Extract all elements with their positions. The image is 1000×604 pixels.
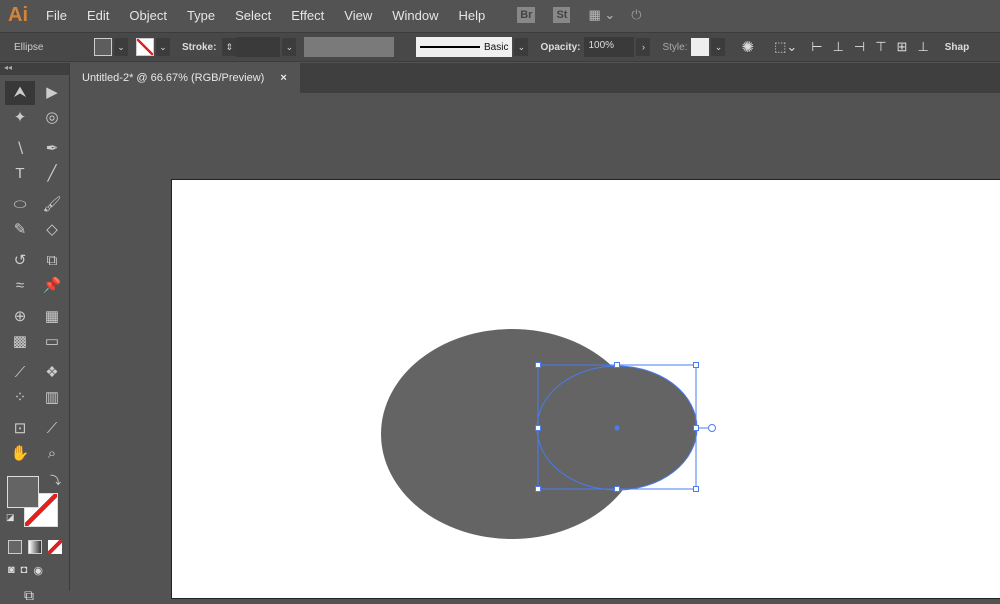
direct-selection-tool-icon[interactable]: ▶	[37, 81, 67, 105]
stroke-weight-input[interactable]	[236, 37, 281, 57]
paintbrush-tool-icon[interactable]: 🖌	[37, 193, 67, 217]
chevron-right-icon[interactable]: ›	[636, 38, 651, 56]
rotate-tool-icon[interactable]: ↺	[5, 249, 35, 273]
pie-widget-handle[interactable]	[708, 424, 716, 432]
stroke-label: Stroke:	[182, 41, 217, 53]
menu-bar: Ai File Edit Object Type Select Effect V…	[0, 0, 1000, 30]
document-tab[interactable]: Untitled-2* @ 66.67% (RGB/Preview) ×	[74, 63, 300, 93]
column-graph-tool-icon[interactable]: ▥	[37, 386, 67, 410]
artwork	[381, 329, 716, 539]
chevron-down-icon[interactable]: ⌄	[711, 38, 726, 56]
menu-select[interactable]: Select	[235, 8, 271, 23]
shape-builder-tool-icon[interactable]: ⊕	[5, 305, 35, 329]
menu-file[interactable]: File	[46, 8, 67, 23]
chevron-down-icon[interactable]: ⌄	[514, 38, 529, 56]
slice-tool-icon[interactable]: ⟋	[37, 417, 67, 441]
fill-color-box[interactable]	[7, 476, 39, 508]
menu-window[interactable]: Window	[392, 8, 438, 23]
chevron-down-icon[interactable]: ⌄	[114, 38, 128, 56]
close-icon[interactable]: ×	[280, 72, 286, 84]
ellipse-tool-icon[interactable]: ⬭	[5, 193, 35, 217]
scale-tool-icon[interactable]: ⧉	[37, 249, 67, 273]
artboard-tool-icon[interactable]: ⊡	[5, 417, 35, 441]
gradient-mode-icon[interactable]	[28, 540, 42, 554]
stroke-stepper[interactable]: ⇕	[222, 38, 237, 56]
center-point	[614, 425, 620, 431]
graphic-style-swatch[interactable]	[691, 38, 710, 56]
recolor-artwork-icon[interactable]: ✺	[741, 38, 754, 56]
brush-label: Basic	[484, 41, 509, 53]
menu-edit[interactable]: Edit	[87, 8, 109, 23]
gradient-tool-icon[interactable]: ▭	[37, 330, 67, 354]
gpu-performance-icon[interactable]: ⏻	[631, 7, 641, 23]
puppet-warp-tool-icon[interactable]: 📌	[37, 274, 67, 298]
warp-tool-icon[interactable]: ≈	[5, 274, 35, 298]
symbol-sprayer-tool-icon[interactable]: ⁘	[5, 386, 35, 410]
lasso-tool-icon[interactable]: ◎	[37, 106, 67, 130]
variable-width-profile[interactable]	[304, 37, 395, 57]
draw-inside-icon[interactable]: ◉	[33, 564, 43, 577]
chevron-down-icon[interactable]: ⌄	[156, 38, 170, 56]
collapse-panel-icon[interactable]: ◂◂	[0, 63, 69, 75]
chevron-down-icon[interactable]: ⌄	[282, 38, 297, 56]
zoom-tool-icon[interactable]: ⌕	[37, 442, 67, 466]
align-to-icon[interactable]: ⬚⌄	[774, 39, 797, 55]
selection-tool-icon[interactable]: ⮝	[5, 81, 35, 105]
eyedropper-tool-icon[interactable]: ⟋	[5, 361, 35, 385]
menu-view[interactable]: View	[344, 8, 372, 23]
menu-object[interactable]: Object	[129, 8, 167, 23]
screen-mode-icon[interactable]: ⧉	[0, 587, 69, 604]
curvature-tool-icon[interactable]: ∖	[5, 137, 35, 161]
menu-effect[interactable]: Effect	[291, 8, 324, 23]
brush-definition[interactable]: Basic	[416, 37, 513, 57]
none-mode-icon[interactable]	[48, 540, 62, 554]
menu-type[interactable]: Type	[187, 8, 215, 23]
perspective-grid-tool-icon[interactable]: ▦	[37, 305, 67, 329]
control-bar: Ellipse ⌄ ⌄ Stroke: ⇕ ⌄ Basic ⌄ Opacity: …	[0, 32, 1000, 62]
fill-swatch[interactable]	[94, 38, 112, 56]
swap-fill-stroke-icon[interactable]: ⤵	[50, 472, 61, 488]
object-type-label: Ellipse	[14, 41, 44, 53]
document-tab-title: Untitled-2* @ 66.67% (RGB/Preview)	[82, 72, 265, 84]
stroke-swatch[interactable]	[136, 38, 154, 56]
hand-tool-icon[interactable]: ✋	[5, 442, 35, 466]
menu-help[interactable]: Help	[458, 8, 485, 23]
opacity-input[interactable]: 100%	[584, 37, 635, 57]
opacity-label: Opacity:	[540, 41, 581, 53]
type-tool-icon[interactable]: T	[5, 162, 35, 186]
bridge-button[interactable]: Br	[517, 7, 536, 23]
document-tab-bar: Untitled-2* @ 66.67% (RGB/Preview) ×	[74, 63, 1000, 93]
style-label: Style:	[662, 41, 688, 53]
draw-normal-icon[interactable]: ◙	[8, 564, 15, 577]
stock-button[interactable]: St	[553, 7, 571, 23]
eraser-tool-icon[interactable]: ◇	[37, 218, 67, 242]
fill-stroke-widget: ⤵ ◪	[0, 475, 69, 536]
align-buttons[interactable]: ⊢⊥⊣⊤⊞⊥	[811, 39, 939, 55]
workspace-layout-icon[interactable]: ▦ ⌄	[588, 7, 615, 23]
shape-label: Shap	[944, 41, 970, 53]
color-mode-icon[interactable]	[8, 540, 22, 554]
canvas[interactable]	[74, 93, 1000, 599]
blend-tool-icon[interactable]: ❖	[37, 361, 67, 385]
mesh-tool-icon[interactable]: ▩	[5, 330, 35, 354]
draw-behind-icon[interactable]: ◘	[21, 564, 28, 577]
app-logo: Ai	[8, 3, 28, 26]
shaper-tool-icon[interactable]: ✎	[5, 218, 35, 242]
pen-tool-icon[interactable]: ✒	[37, 137, 67, 161]
magic-wand-tool-icon[interactable]: ✦	[5, 106, 35, 130]
default-colors-icon[interactable]: ◪	[6, 512, 15, 523]
tools-panel: ◂◂ ⮝ ▶ ✦ ◎ ∖ ✒ T ╱ ⬭ 🖌 ✎ ◇ ↺ ⧉ ≈ 📌 ⊕ ▦ ▩ ▭ ⟋ ❖ ⁘ ▥ ⊡ ⟋ ✋ ⌕ ⤵ ◪ ◙ ◘ ◉ …	[0, 63, 70, 603]
line-tool-icon[interactable]: ╱	[37, 162, 67, 186]
